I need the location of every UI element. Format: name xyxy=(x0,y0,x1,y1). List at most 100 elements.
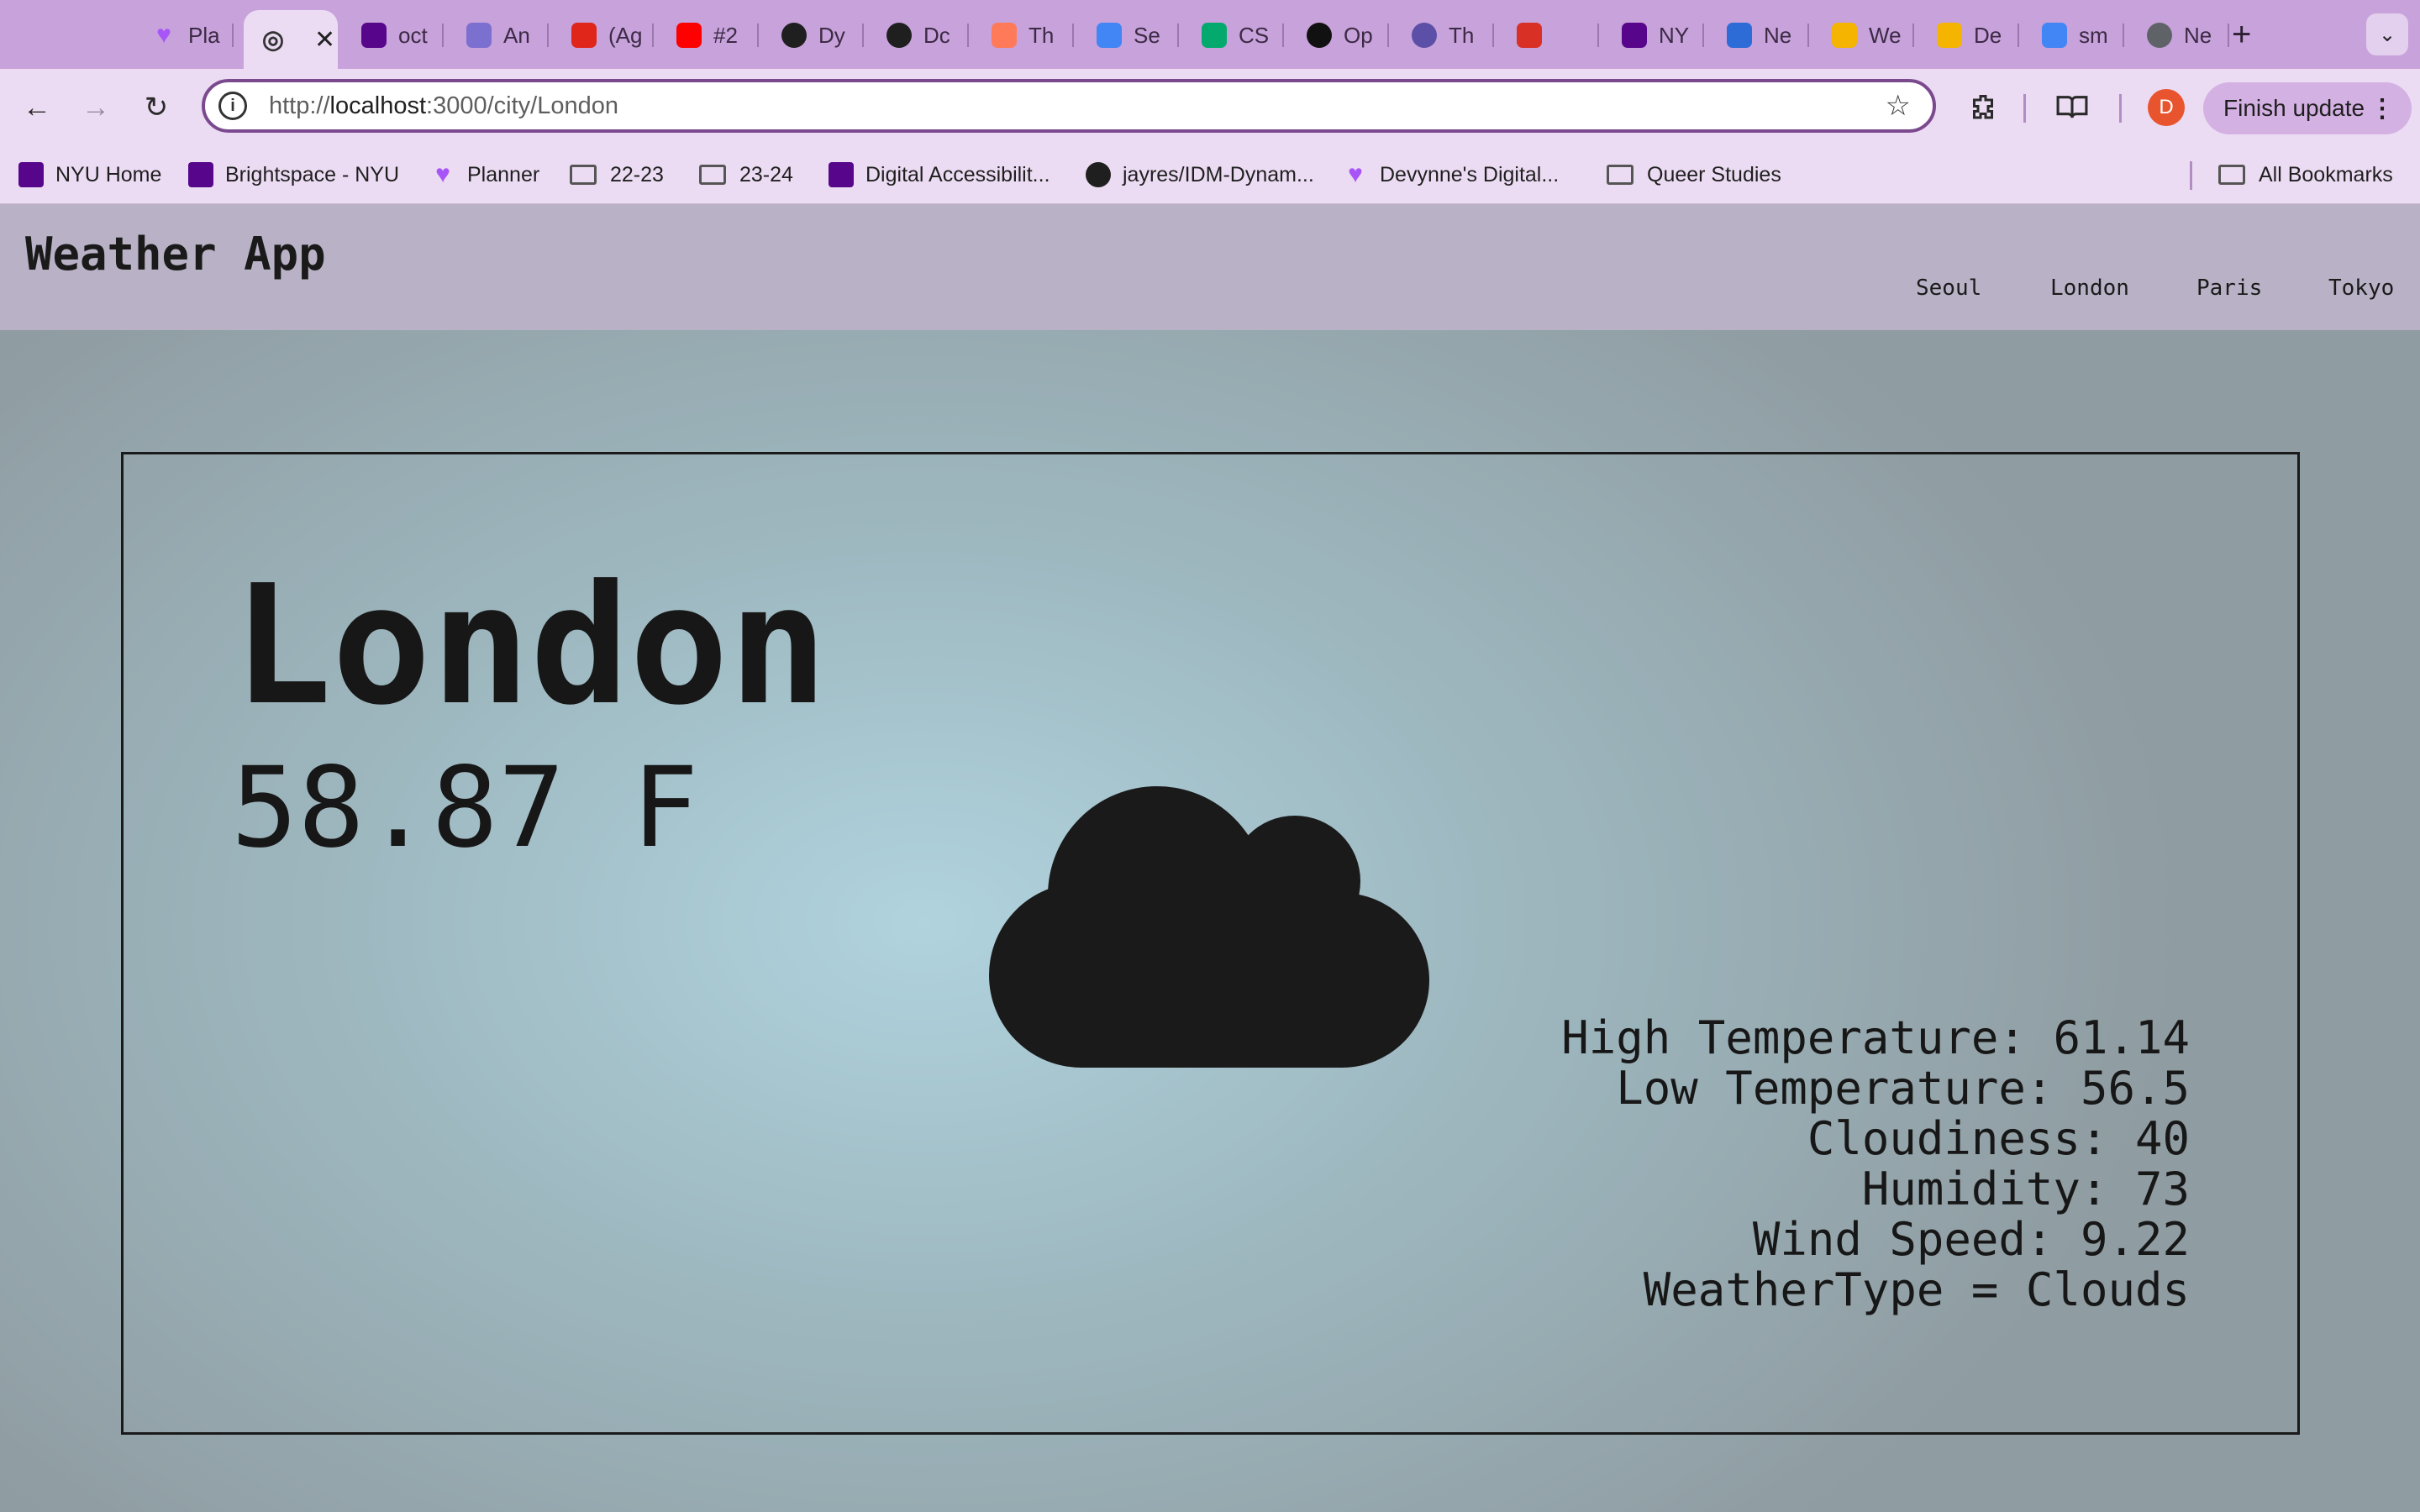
nav-link-tokyo[interactable]: Tokyo xyxy=(2328,276,2394,301)
tab[interactable]: #2 xyxy=(660,13,759,57)
nav-link-paris[interactable]: Paris xyxy=(2196,276,2262,301)
forward-button[interactable]: → xyxy=(76,87,116,128)
tab[interactable]: We xyxy=(1815,13,1914,57)
tab-separator xyxy=(1492,24,1494,47)
github-icon xyxy=(886,23,912,48)
finish-update-button[interactable]: Finish update ⋮ xyxy=(2203,82,2412,134)
bookmark-star-icon[interactable]: ☆ xyxy=(1886,89,1911,123)
tab-separator xyxy=(757,24,759,47)
tab-separator xyxy=(1597,24,1599,47)
tab-title: Se xyxy=(1134,22,1160,48)
tab-separator xyxy=(1807,24,1809,47)
forward-arrow-icon: → xyxy=(82,91,110,123)
tab-title: We xyxy=(1869,22,1902,48)
acrobat-icon xyxy=(571,23,597,48)
tab[interactable]: NY xyxy=(1605,13,1704,57)
tab[interactable] xyxy=(1500,13,1599,57)
new-tab-button[interactable]: + xyxy=(2232,15,2251,54)
tab-title: Pla xyxy=(188,22,220,48)
back-button[interactable]: ← xyxy=(17,87,57,128)
weather-details: High Temperature: 61.14 Low Temperature:… xyxy=(1561,1013,2190,1315)
bookmark-item[interactable]: Brightspace - NYU xyxy=(188,158,399,192)
nav-link-seoul[interactable]: Seoul xyxy=(1916,276,1981,301)
tab-search-button[interactable]: ⌄ xyxy=(2366,13,2408,55)
tab[interactable]: Op xyxy=(1290,13,1389,57)
bookmark-item[interactable]: ♥ Devynne's Digital... xyxy=(1343,158,1559,192)
nyu-icon xyxy=(829,162,854,187)
tab[interactable]: Ne xyxy=(2130,13,2229,57)
cloudiness: Cloudiness: 40 xyxy=(1807,1112,2190,1165)
bookmark-item[interactable]: ♥ Planner xyxy=(430,158,539,192)
github-icon xyxy=(1086,162,1111,187)
tab[interactable]: De xyxy=(1920,13,2019,57)
bookmarks-divider xyxy=(2190,161,2192,190)
close-tab-icon[interactable]: ✕ xyxy=(314,25,335,55)
extensions-icon[interactable] xyxy=(1963,87,2003,128)
all-bookmarks-button[interactable]: All Bookmarks xyxy=(2218,158,2393,192)
tab-title: De xyxy=(1974,22,2002,48)
url-text[interactable]: http://localhost:3000/city/London xyxy=(269,92,618,120)
reload-button[interactable]: ↻ xyxy=(136,87,176,128)
profile-avatar[interactable]: D xyxy=(2148,89,2185,126)
tab-separator xyxy=(232,24,234,47)
chrome-icon xyxy=(2147,23,2172,48)
tab-separator xyxy=(2123,24,2124,47)
tab[interactable]: CS xyxy=(1185,13,1284,57)
tab-title: oct xyxy=(398,22,428,48)
triangle-icon xyxy=(466,23,492,48)
folder-icon xyxy=(570,165,597,185)
weather-type: WeatherType = Clouds xyxy=(1643,1263,2190,1316)
tab-title: An xyxy=(503,22,530,48)
bookmark-item[interactable]: Queer Studies xyxy=(1607,158,1781,192)
tab[interactable]: Ne xyxy=(1710,13,1809,57)
tab-title: Ne xyxy=(1764,22,1792,48)
tab-title: Th xyxy=(1449,22,1475,48)
bookmark-item[interactable]: 23-24 xyxy=(699,158,793,192)
tab[interactable]: Th xyxy=(1395,13,1494,57)
tab[interactable]: sm xyxy=(2025,13,2124,57)
humidity: Humidity: 73 xyxy=(1861,1163,2190,1215)
page-content: Weather App Seoul London Paris Tokyo Lon… xyxy=(0,204,2420,1512)
tab[interactable]: (Ag xyxy=(555,13,654,57)
nyu-torch-icon xyxy=(188,162,213,187)
heart-icon: ♥ xyxy=(435,160,450,188)
tab[interactable]: Dc xyxy=(870,13,969,57)
bookmarks-bar: NYU Home Brightspace - NYU ♥ Planner 22-23 23… xyxy=(0,146,2420,204)
tab-separator xyxy=(1282,24,1284,47)
tab[interactable]: An xyxy=(450,13,549,57)
gmail-icon xyxy=(1517,23,1542,48)
colorful-grid-icon xyxy=(1097,23,1122,48)
w3-icon xyxy=(1202,23,1227,48)
bookmark-item[interactable]: Digital Accessibilit... xyxy=(829,158,1050,192)
tab[interactable]: Se xyxy=(1080,13,1179,57)
app-brand[interactable]: Weather App xyxy=(25,228,326,281)
more-menu-icon[interactable]: ⋮ xyxy=(2370,94,2395,123)
tab-title: CS xyxy=(1239,22,1270,48)
tab[interactable]: oct xyxy=(345,13,444,57)
finish-update-label: Finish update xyxy=(2223,95,2365,121)
nav-link-london[interactable]: London xyxy=(2050,276,2129,301)
bookmark-label: Devynne's Digital... xyxy=(1380,162,1560,186)
nyu-torch-icon xyxy=(18,162,44,187)
tab-separator xyxy=(1387,24,1389,47)
bookmark-label: Digital Accessibilit... xyxy=(865,162,1050,186)
current-temperature: 58.87 F xyxy=(231,743,699,873)
tab-title: Ne xyxy=(2184,22,2212,48)
tab[interactable]: Dy xyxy=(765,13,864,57)
tab-active[interactable]: ◎ ✕ xyxy=(244,10,338,69)
toolbar-divider xyxy=(2023,94,2026,123)
tab-strip: ♥ Pla ◎ ✕ oct An (Ag #2 Dy Dc Th Se CS Op Th NY Ne We De sm… xyxy=(0,0,2420,69)
site-info-icon[interactable]: i xyxy=(218,92,247,120)
heart-icon: ♥ xyxy=(1348,160,1363,188)
bookmark-item[interactable]: NYU Home xyxy=(18,158,161,192)
tab-title: #2 xyxy=(713,22,738,48)
bookmark-item[interactable]: 22-23 xyxy=(570,158,664,192)
hubspot-icon xyxy=(992,23,1017,48)
notion-icon xyxy=(1307,23,1332,48)
bookmark-item[interactable]: jayres/IDM-Dynam... xyxy=(1086,158,1314,192)
tab-title: (Ag xyxy=(608,22,643,48)
tab[interactable]: Th xyxy=(975,13,1074,57)
address-bar[interactable]: i http://localhost:3000/city/London ☆ xyxy=(202,79,1936,133)
reading-list-icon[interactable] xyxy=(2052,87,2092,128)
tab[interactable]: ♥ Pla xyxy=(134,13,234,57)
